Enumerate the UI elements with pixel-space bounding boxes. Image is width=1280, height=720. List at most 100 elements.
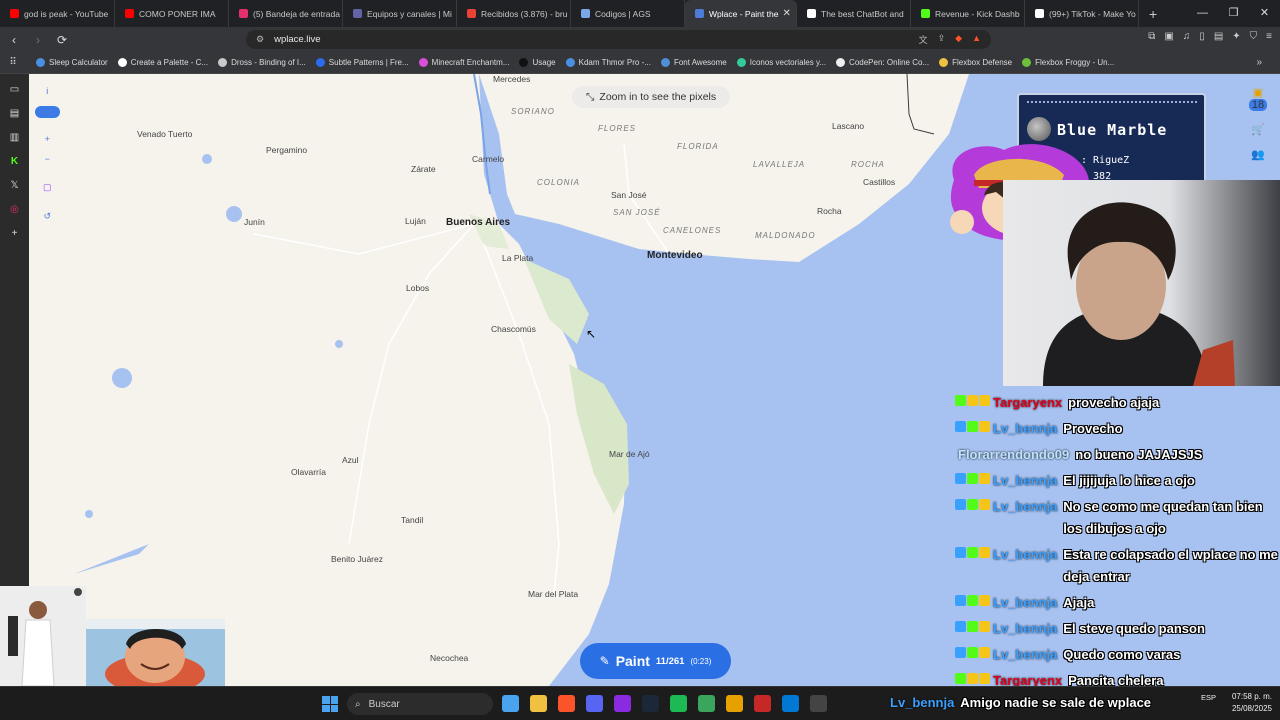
language-indicator[interactable]: ESP	[1201, 692, 1216, 703]
brave-shield-icon[interactable]: ◆	[955, 33, 962, 46]
back-icon[interactable]: ‹	[4, 33, 24, 47]
browser-tab[interactable]: Equipos y canales | Mi	[343, 0, 457, 27]
bookmark-item[interactable]: Minecraft Enchantm...	[418, 58, 509, 67]
maximize-icon[interactable]: ❐	[1218, 0, 1249, 27]
sidebar-add-icon[interactable]: +	[9, 228, 21, 240]
map-place-label: ROCHA	[851, 160, 885, 169]
clock-date: 25/08/2025	[1231, 704, 1272, 713]
wallet-icon[interactable]: ▤	[1214, 31, 1223, 42]
chat-username[interactable]: Lv_bennja	[993, 418, 1057, 440]
search-icon: ⌕	[355, 698, 361, 710]
bookmark-item[interactable]: Kdam Thmor Pro -...	[565, 58, 651, 67]
zoom-in-icon[interactable]: +	[45, 134, 50, 144]
new-tab-button[interactable]: +	[1139, 6, 1167, 22]
taskbar-app-icon[interactable]	[726, 695, 743, 712]
bookmark-item[interactable]: Sleep Calculator	[36, 58, 108, 67]
paint-button[interactable]: ✎ Paint 11/261 (0:23)	[580, 643, 731, 679]
chat-username[interactable]: Targaryenx	[993, 392, 1062, 414]
bookmark-item[interactable]: Dross - Binding of I...	[218, 58, 306, 67]
sidebar-reading-icon[interactable]: ▤	[9, 108, 21, 120]
bookmark-item[interactable]: Flexbox Defense	[939, 58, 1012, 67]
sidebar-kick-icon[interactable]: K	[9, 156, 21, 168]
browser-tab[interactable]: Codigos | AGS	[571, 0, 685, 27]
browser-tab[interactable]: The best ChatBot and	[797, 0, 911, 27]
bookmark-item[interactable]: Iconos vectoriales y...	[736, 58, 826, 67]
leaderboard-icon[interactable]: 👥	[1251, 148, 1265, 161]
bookmark-favicon-icon	[836, 58, 846, 67]
info-icon[interactable]: i	[46, 86, 48, 96]
browser-tab[interactable]: (99+) TikTok - Make Yo	[1025, 0, 1139, 27]
windows-start-icon[interactable]	[322, 696, 338, 712]
bookmark-item[interactable]: Subtle Patterns | Fre...	[315, 58, 409, 67]
apps-grid-icon[interactable]: ⠿	[0, 57, 26, 68]
undo-icon[interactable]: ↺	[43, 211, 51, 222]
chat-text: El jijijuja lo hice a ojo	[1063, 473, 1195, 488]
chat-username[interactable]: Lv_bennja	[993, 644, 1057, 666]
chat-username[interactable]: Lv_bennja	[993, 544, 1057, 566]
twitch-icon[interactable]: ▢	[43, 182, 52, 193]
bookmark-item[interactable]: Usage	[519, 58, 556, 67]
bookmark-item[interactable]: CodePen: Online Co...	[836, 58, 929, 67]
webcam-person-image	[1043, 202, 1235, 386]
taskbar-app-icon[interactable]	[502, 695, 519, 712]
media-icon[interactable]: ♫	[1183, 31, 1191, 42]
user-avatar[interactable]: ▣ 18	[1248, 86, 1268, 111]
tab-favicon-icon	[467, 9, 476, 18]
taskbar-app-icon[interactable]	[670, 695, 687, 712]
store-icon[interactable]: 🛒	[1251, 123, 1265, 136]
more-bookmarks-icon[interactable]: »	[1256, 57, 1262, 68]
translate-icon[interactable]: 文	[919, 33, 928, 46]
chat-last-message: Lv_bennja Amigo nadie se sale de wplace	[890, 692, 1151, 714]
taskbar-app-icon[interactable]	[530, 695, 547, 712]
taskbar-app-icon[interactable]	[754, 695, 771, 712]
site-info-icon[interactable]: ⚙	[256, 34, 264, 45]
chat-text: El steve quedo panson	[1063, 621, 1205, 636]
browser-tab[interactable]: god is peak - YouTube	[0, 0, 115, 27]
browser-tab[interactable]: COMO PONER IMA	[115, 0, 229, 27]
browser-tab[interactable]: Wplace - Paint the ✕	[685, 0, 797, 27]
taskbar-app-icon[interactable]	[558, 695, 575, 712]
chat-badge-icon	[967, 673, 978, 684]
close-tab-icon[interactable]: ✕	[778, 8, 790, 19]
browser-tab[interactable]: (5) Bandeja de entrada	[229, 0, 343, 27]
bookmark-item[interactable]: Create a Palette - C...	[117, 58, 208, 67]
chat-username[interactable]: Lv_bennja	[993, 496, 1057, 518]
browser-tab[interactable]: Recibidos (3.876) - bru	[457, 0, 571, 27]
sidebar-toggle-icon[interactable]: ▯	[1199, 31, 1205, 42]
menu-icon[interactable]: ≡	[1266, 31, 1272, 42]
sidebar-tabs-icon[interactable]: ▭	[9, 84, 21, 96]
sidebar-instagram-icon[interactable]: ◎	[9, 204, 21, 216]
forward-icon[interactable]: ›	[28, 33, 48, 47]
taskbar-search[interactable]: ⌕ Buscar	[347, 693, 493, 715]
taskbar-app-icon[interactable]	[782, 695, 799, 712]
taskbar-app-icon[interactable]	[642, 695, 659, 712]
screenshot-icon[interactable]: ▣	[1164, 31, 1173, 42]
minimize-icon[interactable]: —	[1187, 0, 1218, 27]
close-window-icon[interactable]: ✕	[1249, 0, 1280, 27]
chat-username[interactable]: Lv_bennja	[993, 592, 1057, 614]
taskbar-app-icon[interactable]	[698, 695, 715, 712]
browser-tab[interactable]: Revenue - Kick Dashb	[911, 0, 1025, 27]
taskbar-app-icon[interactable]	[586, 695, 603, 712]
reload-icon[interactable]: ⟳	[52, 33, 72, 47]
sidebar-x-icon[interactable]: 𝕏	[9, 180, 21, 192]
bookmark-item[interactable]: Flexbox Froggy - Un...	[1022, 58, 1114, 67]
map-place-label: LAVALLEJA	[753, 160, 806, 169]
address-bar[interactable]: ⚙ wplace.live 文 ⇪ ◆ ▲	[246, 30, 991, 49]
clock[interactable]: 07:58 p. m. 25/08/2025	[1232, 691, 1272, 715]
sidebar-bookmarks-icon[interactable]: ▥	[9, 132, 21, 144]
chat-username[interactable]: Lv_bennja	[993, 618, 1057, 640]
brave-rewards-icon[interactable]: ▲	[972, 33, 981, 46]
vpn-icon[interactable]: ⛉	[1250, 31, 1258, 42]
zoom-out-icon[interactable]: −	[45, 154, 50, 164]
leo-icon[interactable]: ✦	[1232, 31, 1240, 42]
extensions-icon[interactable]: ⧉	[1148, 31, 1155, 42]
share-icon[interactable]: ⇪	[938, 33, 946, 46]
taskbar-app-icon[interactable]	[614, 695, 631, 712]
chat-username[interactable]: Lv_bennja	[993, 470, 1057, 492]
bookmark-item[interactable]: Font Awesome	[660, 58, 727, 67]
taskbar-app-icon[interactable]	[810, 695, 827, 712]
url-text[interactable]: wplace.live	[274, 34, 320, 45]
chat-username[interactable]: Florarrendondo09	[958, 444, 1069, 466]
drag-handle[interactable]	[1027, 101, 1197, 105]
